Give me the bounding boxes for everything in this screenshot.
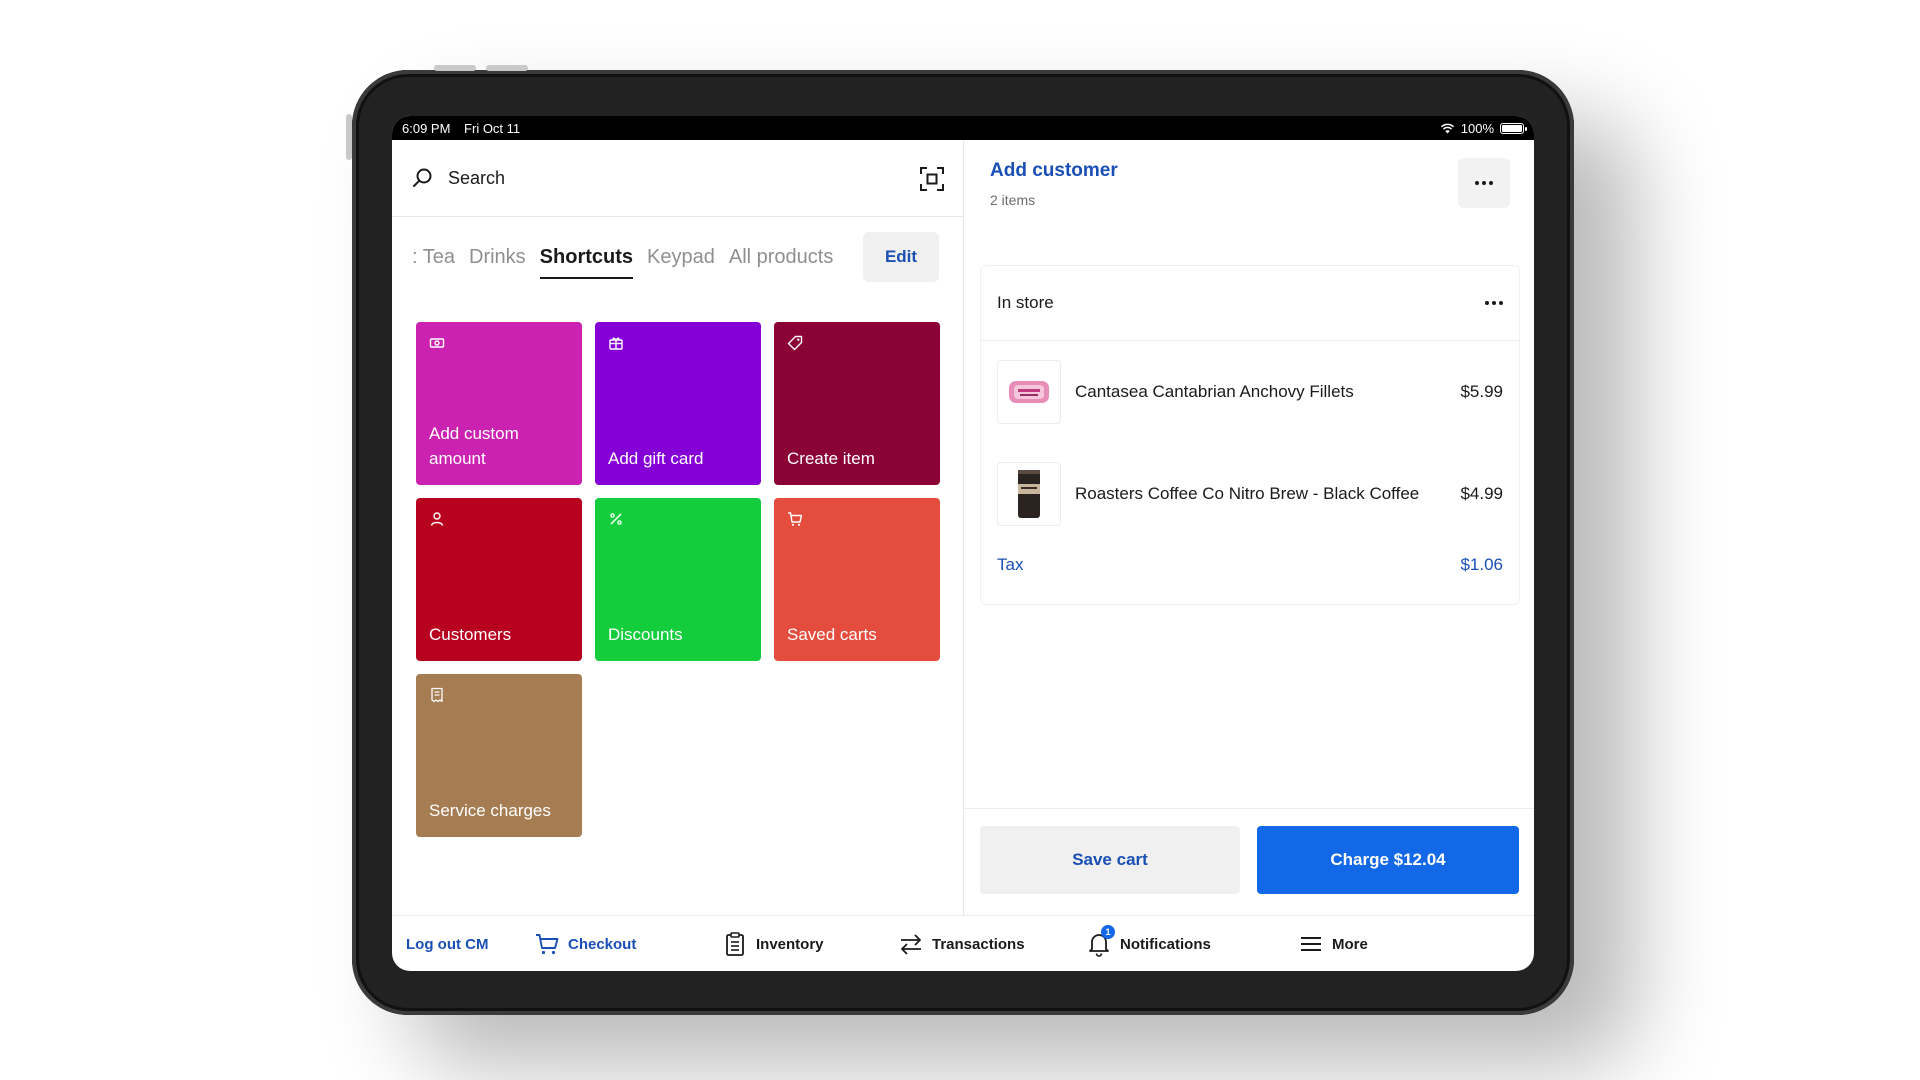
tab-drinks[interactable]: Drinks	[469, 240, 526, 275]
nav-more-label: More	[1332, 935, 1368, 953]
nav-transactions-label: Transactions	[932, 935, 1025, 953]
tile-customers[interactable]: Customers	[416, 498, 582, 661]
tab-keypad[interactable]: Keypad	[647, 240, 715, 275]
tag-icon	[787, 335, 803, 351]
tax-label: Tax	[997, 555, 1024, 574]
nav-logout-label: Log out CM	[406, 935, 489, 953]
search-icon	[413, 168, 432, 187]
nav-checkout-label: Checkout	[568, 935, 637, 953]
battery-icon	[1500, 122, 1527, 134]
product-thumbnail	[997, 360, 1061, 424]
search-label: Search	[448, 167, 506, 188]
tile-label: Service charges	[429, 801, 551, 820]
section-label: In store	[997, 293, 1054, 312]
status-date: Fri Oct 11	[464, 120, 521, 136]
cart-more-button[interactable]	[1458, 158, 1510, 208]
barcode-scan-icon[interactable]	[919, 166, 945, 192]
tablet-device: 6:09 PM Fri Oct 11 100% Search: Tea Dri…	[346, 65, 1574, 1015]
section-ellipsis-icon[interactable]	[1485, 301, 1503, 305]
tile-service-charges[interactable]: Service charges	[416, 674, 582, 837]
power-button	[346, 114, 352, 160]
status-bar: 6:09 PM Fri Oct 11 100%	[392, 116, 1534, 140]
charge-button[interactable]: Charge $12.04	[1257, 826, 1519, 894]
tab-shortcuts[interactable]: Shortcuts	[539, 240, 634, 279]
nav-notifications-label: Notifications	[1120, 935, 1211, 953]
search-bar[interactable]: Search	[392, 140, 963, 217]
cart-header: Add customer 2 items	[964, 140, 1534, 217]
catalog-pane: Search : Tea Drinks Shortcuts Keypad All…	[392, 140, 964, 915]
line-item-price: $5.99	[1460, 382, 1503, 401]
nav-inventory-label: Inventory	[756, 935, 824, 953]
transfer-arrows-icon	[901, 934, 921, 955]
line-item[interactable]: Roasters Coffee Co Nitro Brew - Black Co…	[981, 443, 1519, 545]
ellipsis-icon	[1475, 181, 1493, 185]
tile-saved-carts[interactable]: Saved carts	[774, 498, 940, 661]
person-icon	[430, 512, 444, 526]
save-cart-button[interactable]: Save cart	[980, 826, 1240, 894]
tile-label: Discounts	[608, 625, 683, 644]
edit-button[interactable]: Edit	[863, 232, 939, 282]
tab-tea[interactable]: : Tea	[412, 240, 455, 275]
gift-icon	[609, 337, 623, 350]
product-thumbnail	[997, 462, 1061, 526]
battery-percent: 100%	[1460, 120, 1494, 136]
wifi-icon	[1440, 123, 1454, 134]
nav-more[interactable]: More	[1298, 916, 1368, 971]
tile-add-custom-amount[interactable]: Add custom amount	[416, 322, 582, 485]
line-item-name: Roasters Coffee Co Nitro Brew - Black Co…	[1075, 484, 1420, 503]
tile-label: Saved carts	[787, 625, 877, 644]
tile-label: Create item	[787, 449, 875, 468]
cart-icon	[788, 512, 803, 526]
line-item-name: Cantasea Cantabrian Anchovy Fillets	[1075, 382, 1354, 401]
shortcut-grid: Add custom amount Add gift card Create i…	[416, 322, 940, 837]
status-time: 6:09 PM	[402, 120, 451, 136]
tile-label: Add gift card	[608, 449, 704, 468]
tax-row[interactable]: Tax $1.06	[981, 545, 1519, 585]
coffee-can-image	[1018, 470, 1040, 518]
tile-discounts[interactable]: Discounts	[595, 498, 761, 661]
tile-add-gift-card[interactable]: Add gift card	[595, 322, 761, 485]
tax-value: $1.06	[1460, 555, 1503, 574]
bottom-navigation: Log out CM Checkout Inventory Transactio…	[392, 915, 1534, 971]
nav-logout[interactable]: Log out CM	[406, 916, 488, 971]
add-customer-link[interactable]: Add customer	[990, 160, 1118, 182]
cart-item-count: 2 items	[990, 192, 1036, 208]
nav-transactions[interactable]: Transactions	[898, 916, 1025, 971]
tab-all-products[interactable]: All products	[729, 240, 834, 275]
tile-label: Customers	[429, 625, 512, 644]
cart-pane: Add customer 2 items In store Cantasea C…	[964, 140, 1534, 915]
screen: 6:09 PM Fri Oct 11 100% Search: Tea Dri…	[392, 116, 1534, 971]
cart-actions: Save cart Charge $12.04	[964, 808, 1534, 915]
order-section-header: In store	[981, 266, 1519, 341]
volume-button	[486, 65, 528, 71]
tile-create-item[interactable]: Create item	[774, 322, 940, 485]
nav-notifications[interactable]: 1 Notifications	[1086, 916, 1211, 971]
order-card: In store Cantasea Cantabrian Anchovy Fil…	[980, 265, 1520, 605]
nav-inventory[interactable]: Inventory	[722, 916, 824, 971]
category-tabs: : Tea Drinks Shortcuts Keypad All produc…	[392, 217, 963, 297]
hamburger-menu-icon	[1301, 937, 1321, 951]
nav-checkout[interactable]: Checkout	[534, 916, 636, 971]
percent-icon	[610, 513, 622, 525]
line-item[interactable]: Cantasea Cantabrian Anchovy Fillets $5.9…	[981, 341, 1519, 443]
receipt-icon	[431, 687, 443, 703]
tile-label: Add custom amount	[429, 424, 519, 468]
clipboard-icon	[726, 932, 744, 956]
cash-icon	[429, 338, 445, 348]
line-item-price: $4.99	[1460, 484, 1503, 503]
volume-button	[434, 65, 476, 71]
cart-icon	[536, 934, 559, 955]
anchovy-tin-image	[1009, 381, 1049, 403]
notification-badge: 1	[1101, 925, 1115, 939]
